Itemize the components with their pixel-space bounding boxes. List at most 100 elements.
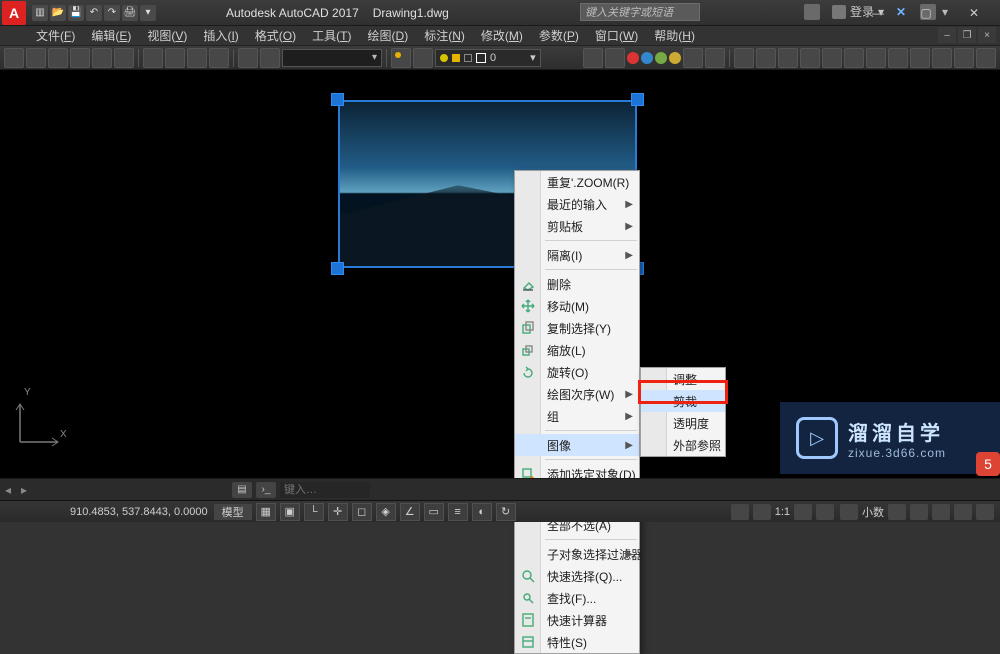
drawing-canvas[interactable]: Y X ▷ 溜溜自学 zixue.3d66.com 5	[0, 70, 1000, 478]
green-dot-icon[interactable]	[655, 52, 667, 64]
menu-format[interactable]: 格式(O)	[247, 25, 304, 46]
context-menu-item[interactable]: 子对象选择过滤器▶	[515, 543, 639, 565]
nav-pan-icon[interactable]	[734, 48, 754, 68]
tb-open-icon[interactable]	[26, 48, 46, 68]
qat-open-icon[interactable]: 📂	[50, 5, 66, 21]
tb-preview-icon[interactable]	[114, 48, 134, 68]
context-menu-item[interactable]: 缩放(L)	[515, 339, 639, 361]
doc-min-button[interactable]: –	[938, 27, 956, 43]
grip-top-right[interactable]	[631, 93, 644, 106]
sb-otrack-icon[interactable]: ∠	[400, 503, 420, 521]
infocenter-icon[interactable]	[804, 4, 820, 20]
menu-dimension[interactable]: 标注(N)	[416, 25, 473, 46]
context-menu-item[interactable]: 移动(M)	[515, 295, 639, 317]
sb-modelspace-icon[interactable]	[731, 504, 749, 520]
nav-cube-icon[interactable]	[844, 48, 864, 68]
sb-snap-icon[interactable]: ▣	[280, 503, 300, 521]
tb-saveas-icon[interactable]	[70, 48, 90, 68]
tb-plot-icon[interactable]	[92, 48, 112, 68]
help-search-input[interactable]: 键入关键字或短语	[580, 3, 700, 21]
recorder-badge[interactable]: 5	[976, 452, 1000, 476]
sb-units-label[interactable]: 小数	[862, 504, 884, 520]
sb-custom-icon[interactable]	[976, 504, 994, 520]
tb-undo-icon[interactable]	[238, 48, 258, 68]
doc-close-button[interactable]: ×	[978, 27, 996, 43]
context-menu-item[interactable]: 剪贴板▶	[515, 215, 639, 237]
scroll-left-icon[interactable]: ◂	[0, 483, 16, 497]
minimize-button[interactable]: —	[858, 3, 898, 23]
amber-dot-icon[interactable]	[669, 52, 681, 64]
context-menu-item[interactable]: 快速选择(Q)...	[515, 565, 639, 587]
sb-cycle-icon[interactable]: ↻	[496, 503, 516, 521]
vs-2dwire-icon[interactable]	[583, 48, 603, 68]
qat-save-icon[interactable]: 💾	[68, 5, 84, 21]
context-menu-item[interactable]: 重复'.ZOOM(R)	[515, 171, 639, 193]
nav-showmotion-icon[interactable]	[822, 48, 842, 68]
tb-new-icon[interactable]	[4, 48, 24, 68]
menu-edit[interactable]: 编辑(E)	[83, 25, 139, 46]
tb-match-icon[interactable]	[209, 48, 229, 68]
qat-new-icon[interactable]: ▥	[32, 5, 48, 21]
vs-realistic-icon[interactable]	[683, 48, 703, 68]
tb-paste-icon[interactable]	[187, 48, 207, 68]
nav-last-icon[interactable]	[910, 48, 930, 68]
nav-zoom-icon[interactable]	[756, 48, 776, 68]
close-button[interactable]: ✕	[954, 3, 994, 23]
sb-iso-icon[interactable]	[932, 504, 950, 520]
nav-orbit-icon[interactable]	[778, 48, 798, 68]
nav-last3-icon[interactable]	[954, 48, 974, 68]
menu-tools[interactable]: 工具(T)	[304, 25, 359, 46]
menu-file[interactable]: 文件(F)	[28, 25, 83, 46]
qat-undo-icon[interactable]: ↶	[86, 5, 102, 21]
cmd-history-icon[interactable]: ▤	[232, 482, 252, 498]
tb-redo-icon[interactable]	[260, 48, 280, 68]
app-logo[interactable]: A	[2, 1, 26, 25]
sb-scale-label[interactable]: 1:1	[775, 506, 790, 518]
sb-clean-icon[interactable]	[910, 504, 928, 520]
sb-dyn-icon[interactable]: ▭	[424, 503, 444, 521]
grip-top-left[interactable]	[331, 93, 344, 106]
sb-gear-icon[interactable]	[794, 504, 812, 520]
context-menu-item[interactable]: 组▶	[515, 405, 639, 427]
record-dot-icon[interactable]	[627, 52, 639, 64]
layer-state-dropdown[interactable]: 0 ▾	[435, 49, 541, 67]
context-submenu-item[interactable]: 透明度	[641, 412, 725, 434]
sb-grid-icon[interactable]: ▦	[256, 503, 276, 521]
qat-more-icon[interactable]: ▾	[140, 5, 156, 21]
tb-layeriso-icon[interactable]	[413, 48, 433, 68]
sb-lwt-icon[interactable]: ≡	[448, 503, 468, 521]
qat-redo-icon[interactable]: ↷	[104, 5, 120, 21]
menu-modify[interactable]: 修改(M)	[473, 25, 531, 46]
context-menu-item[interactable]: 隔离(I)▶	[515, 244, 639, 266]
context-menu-item[interactable]: 快速计算器	[515, 609, 639, 631]
nav-wheel-icon[interactable]	[866, 48, 886, 68]
maximize-button[interactable]: ▢	[906, 3, 946, 23]
tb-cut-icon[interactable]	[143, 48, 163, 68]
context-menu-item[interactable]: 删除	[515, 273, 639, 295]
tb-copy-icon[interactable]	[165, 48, 185, 68]
context-menu-item[interactable]: 绘图次序(W)▶	[515, 383, 639, 405]
context-menu-item[interactable]: 查找(F)...	[515, 587, 639, 609]
sb-osnap-icon[interactable]: ◻	[352, 503, 372, 521]
nav-last2-icon[interactable]	[932, 48, 952, 68]
layer-dropdown[interactable]: ▾	[282, 49, 382, 67]
command-input[interactable]	[280, 482, 370, 498]
sb-polar-icon[interactable]: ✛	[328, 503, 348, 521]
sb-trans-icon[interactable]: ◐	[472, 503, 492, 521]
menu-window[interactable]: 窗口(W)	[587, 25, 646, 46]
vs-wire-icon[interactable]	[605, 48, 625, 68]
context-menu-item[interactable]: 复制选择(Y)	[515, 317, 639, 339]
context-menu-item[interactable]: 旋转(O)	[515, 361, 639, 383]
scroll-right-icon[interactable]: ▸	[16, 483, 32, 497]
menu-view[interactable]: 视图(V)	[139, 25, 195, 46]
nav-last4-icon[interactable]	[976, 48, 996, 68]
vs-shaded-icon[interactable]	[705, 48, 725, 68]
sb-ws-icon[interactable]	[816, 504, 834, 520]
sb-qsave-icon[interactable]	[888, 504, 906, 520]
qat-print-icon[interactable]: 🖨	[122, 5, 138, 21]
sb-annoscale-icon[interactable]	[753, 504, 771, 520]
cmd-prompt-icon[interactable]: ›_	[256, 482, 276, 498]
menu-draw[interactable]: 绘图(D)	[360, 25, 417, 46]
doc-restore-button[interactable]: ❐	[958, 27, 976, 43]
nav-compass-icon[interactable]	[888, 48, 908, 68]
